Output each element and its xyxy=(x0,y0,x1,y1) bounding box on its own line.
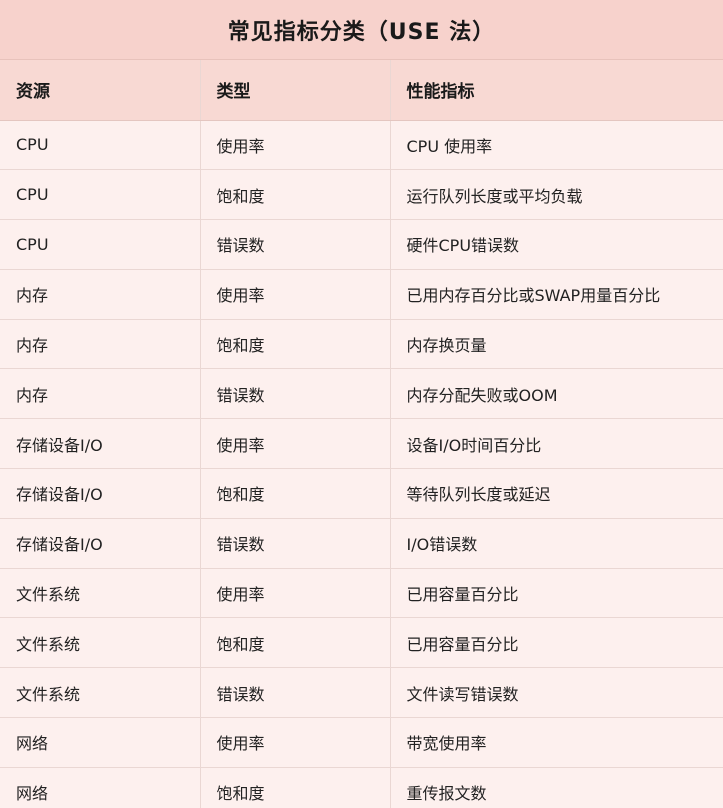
cell-metric: 硬件CPU错误数 xyxy=(390,219,723,270)
title-bar: 常见指标分类（USE 法） xyxy=(0,0,723,60)
cell-metric: 已用容量百分比 xyxy=(390,617,723,669)
cell-resource: 文件系统 xyxy=(0,568,201,619)
column-header-metric: 性能指标 xyxy=(390,60,723,121)
table-title: 常见指标分类（USE 法） xyxy=(227,19,496,45)
cell-type: 使用率 xyxy=(200,568,391,619)
cell-metric: 重传报文数 xyxy=(390,767,723,808)
table-row: 文件系统 饱和度 已用容量百分比 xyxy=(0,617,723,669)
cell-metric: 带宽使用率 xyxy=(390,717,723,768)
cell-metric: 文件读写错误数 xyxy=(390,667,723,719)
table-row: CPU 使用率 CPU 使用率 xyxy=(0,120,723,171)
cell-resource: CPU xyxy=(0,219,201,270)
table-row: 内存 饱和度 内存换页量 xyxy=(0,319,723,370)
table-row: 内存 错误数 内存分配失败或OOM xyxy=(0,368,723,420)
cell-metric: 设备I/O时间百分比 xyxy=(390,418,723,470)
cell-resource: 存储设备I/O xyxy=(0,518,201,569)
cell-resource: 内存 xyxy=(0,269,201,320)
cell-type: 错误数 xyxy=(200,368,391,420)
cell-type: 饱和度 xyxy=(200,617,391,669)
cell-metric: 等待队列长度或延迟 xyxy=(390,468,723,519)
cell-type: 饱和度 xyxy=(200,319,391,370)
table-row: CPU 饱和度 运行队列长度或平均负载 xyxy=(0,169,723,221)
table-row: 存储设备I/O 饱和度 等待队列长度或延迟 xyxy=(0,468,723,519)
cell-resource: 内存 xyxy=(0,368,201,420)
cell-type: 使用率 xyxy=(200,717,391,768)
cell-type: 饱和度 xyxy=(200,767,391,808)
cell-resource: CPU xyxy=(0,169,201,221)
cell-type: 使用率 xyxy=(200,120,391,171)
cell-resource: 存储设备I/O xyxy=(0,468,201,519)
column-header-resource: 资源 xyxy=(0,60,201,121)
cell-type: 错误数 xyxy=(200,518,391,569)
cell-metric: CPU 使用率 xyxy=(390,120,723,171)
cell-metric: 已用内存百分比或SWAP用量百分比 xyxy=(390,269,723,320)
column-header-type: 类型 xyxy=(200,60,391,121)
cell-type: 错误数 xyxy=(200,667,391,719)
cell-resource: 文件系统 xyxy=(0,617,201,669)
table-row: 存储设备I/O 错误数 I/O错误数 xyxy=(0,518,723,569)
metrics-table: 资源 类型 性能指标 CPU 使用率 CPU 使用率 CPU 饱和度 运行队列长度或平均负… xyxy=(0,60,723,808)
table-body: CPU 使用率 CPU 使用率 CPU 饱和度 运行队列长度或平均负载 CPU 错误数 硬件CP… xyxy=(0,120,723,808)
table-row: CPU 错误数 硬件CPU错误数 xyxy=(0,219,723,270)
table-row: 网络 使用率 带宽使用率 xyxy=(0,717,723,768)
table-row: 文件系统 使用率 已用容量百分比 xyxy=(0,568,723,619)
table-row: 内存 使用率 已用内存百分比或SWAP用量百分比 xyxy=(0,269,723,320)
cell-resource: 网络 xyxy=(0,717,201,768)
cell-metric: 已用容量百分比 xyxy=(390,568,723,619)
use-metrics-document: 常见指标分类（USE 法） 资源 类型 性能指标 CPU 使用率 CPU 使用率 CP… xyxy=(0,0,723,808)
cell-resource: 文件系统 xyxy=(0,667,201,719)
cell-metric: 运行队列长度或平均负载 xyxy=(390,169,723,221)
table-row: 文件系统 错误数 文件读写错误数 xyxy=(0,667,723,719)
cell-type: 错误数 xyxy=(200,219,391,270)
cell-resource: 存储设备I/O xyxy=(0,418,201,470)
cell-metric: 内存分配失败或OOM xyxy=(390,368,723,420)
cell-resource: CPU xyxy=(0,120,201,171)
table-row: 网络 饱和度 重传报文数 xyxy=(0,767,723,808)
cell-type: 使用率 xyxy=(200,418,391,470)
cell-metric: 内存换页量 xyxy=(390,319,723,370)
cell-type: 饱和度 xyxy=(200,169,391,221)
cell-type: 饱和度 xyxy=(200,468,391,519)
cell-resource: 内存 xyxy=(0,319,201,370)
cell-resource: 网络 xyxy=(0,767,201,808)
cell-metric: I/O错误数 xyxy=(390,518,723,569)
header-row: 资源 类型 性能指标 xyxy=(0,60,723,121)
table-row: 存储设备I/O 使用率 设备I/O时间百分比 xyxy=(0,418,723,470)
cell-type: 使用率 xyxy=(200,269,391,320)
